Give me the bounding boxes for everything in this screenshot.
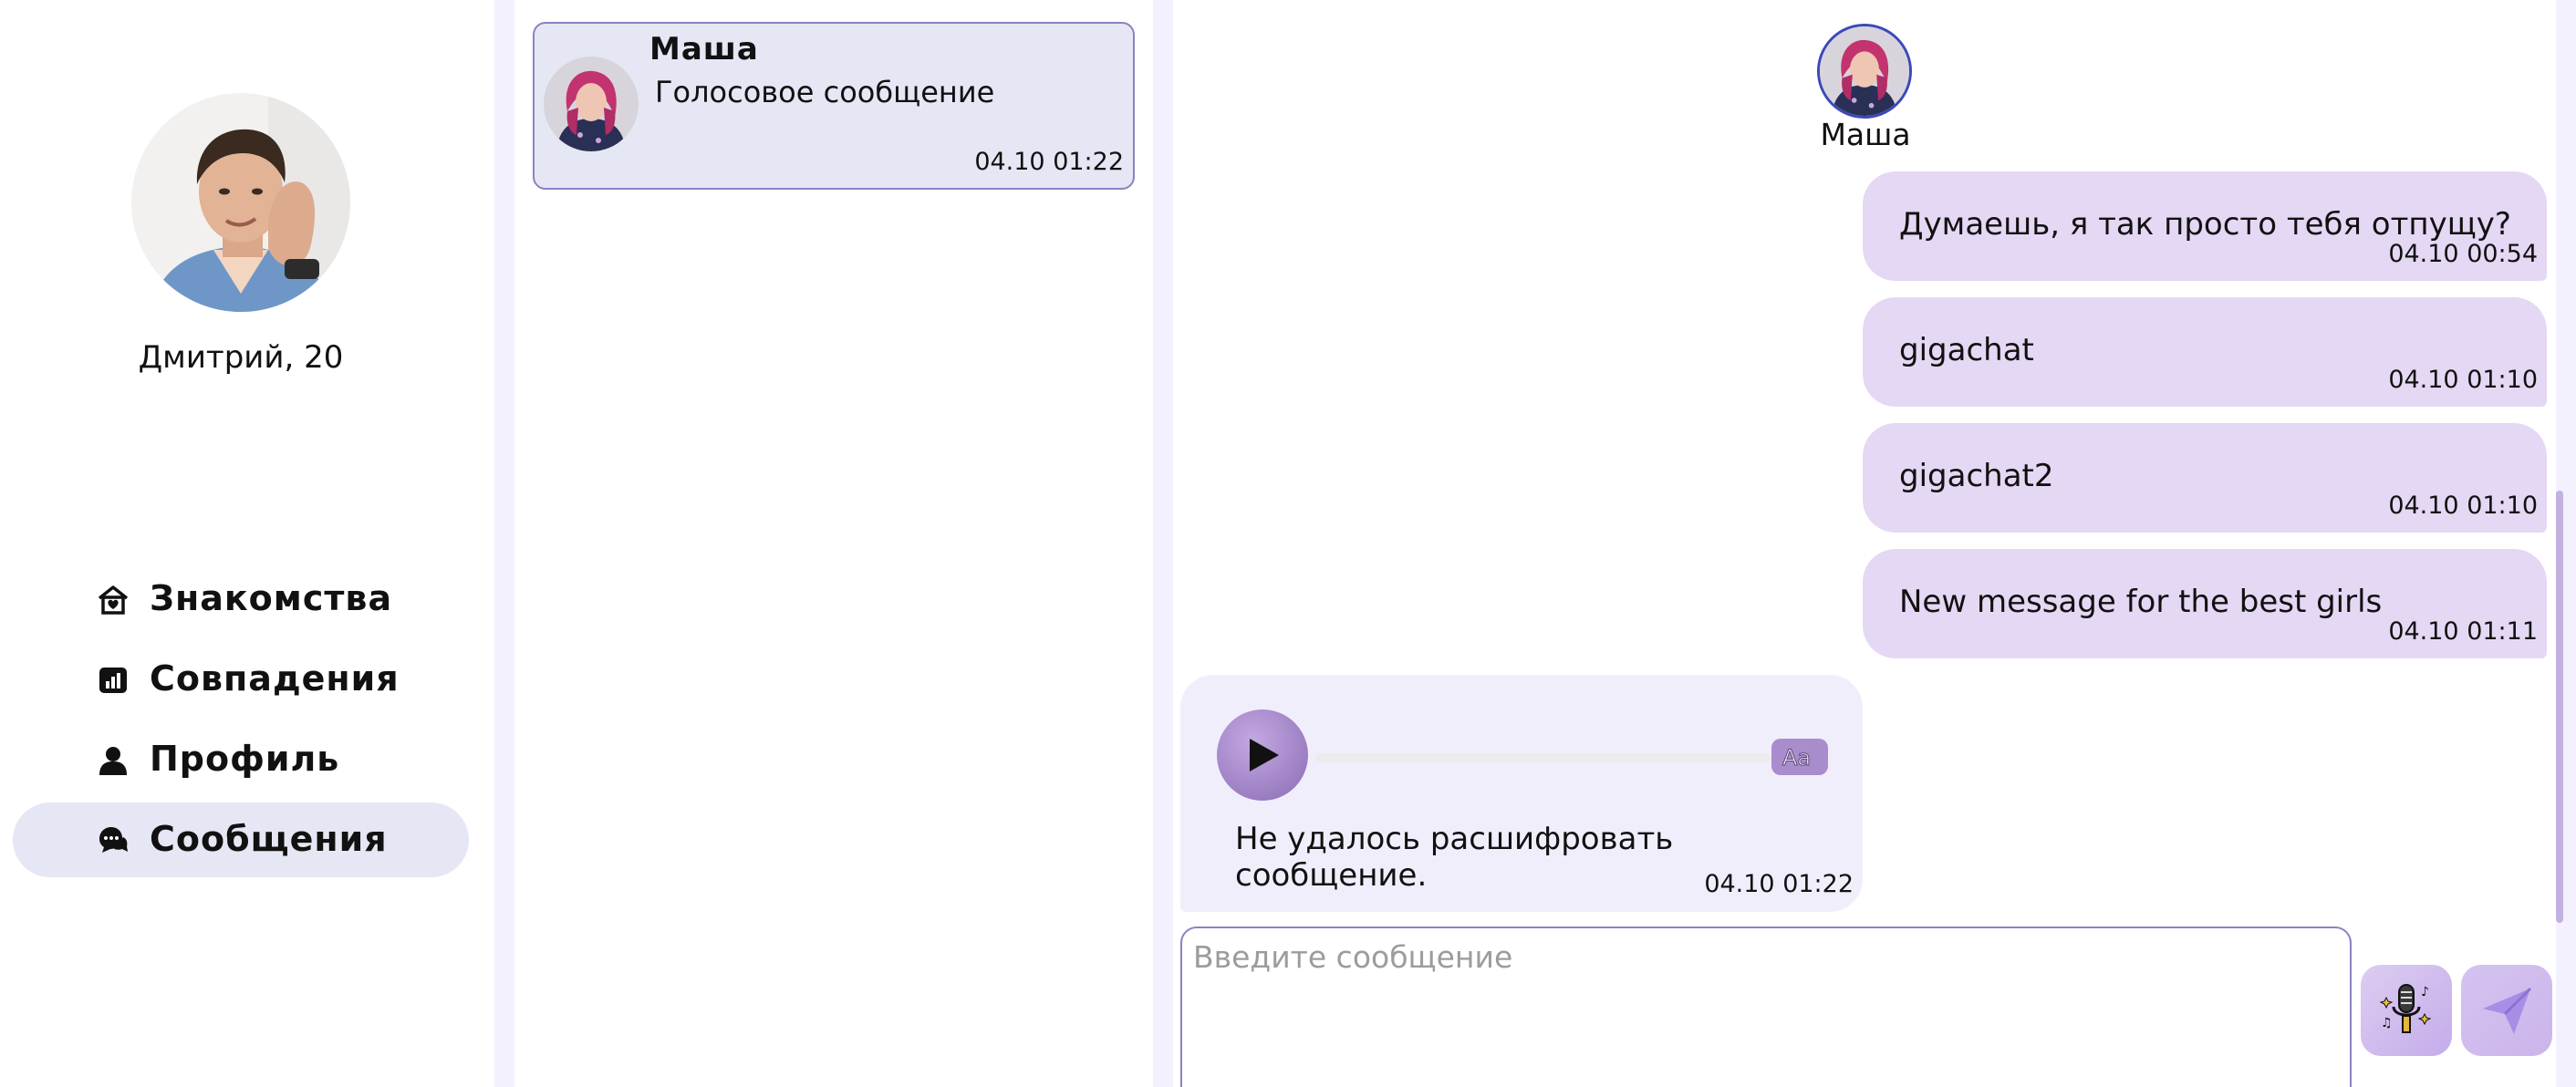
message-time: 04.10 01:22	[1704, 870, 1854, 898]
user-icon	[99, 747, 127, 775]
conversation-time: 04.10 01:22	[974, 148, 1124, 176]
nav-label-dating: Знакомства	[150, 578, 393, 618]
transcribe-button[interactable]: Aa	[1771, 739, 1828, 775]
nav-item-matches[interactable]: Совпадения	[13, 642, 469, 717]
voice-record-button[interactable]: ♫ ♪	[2361, 965, 2452, 1056]
message-text: Думаешь, я так просто тебя отпущу?	[1899, 206, 2511, 243]
play-button[interactable]	[1217, 709, 1308, 801]
message-time: 04.10 01:10	[2388, 366, 2538, 394]
nav-label-matches: Совпадения	[150, 658, 400, 699]
voice-progress-track[interactable]	[1315, 753, 1771, 762]
chat-panel	[1173, 0, 2556, 1087]
play-icon	[1250, 739, 1279, 771]
chat-partner-avatar[interactable]	[1817, 24, 1912, 119]
home-heart-icon	[98, 585, 129, 615]
main-navigation: Знакомства Совпадения Профиль Сообщения	[13, 562, 469, 883]
message-text: gigachat2	[1899, 458, 2054, 494]
woman-pink-hair-avatar	[544, 57, 639, 151]
message-bubble-outgoing: gigachat2 04.10 01:10	[1863, 423, 2547, 533]
message-text: gigachat	[1899, 332, 2034, 368]
conversation-name: Маша	[649, 31, 759, 67]
paper-plane-icon	[2483, 987, 2532, 1034]
conversation-avatar	[544, 57, 639, 151]
message-time: 04.10 01:10	[2388, 492, 2538, 520]
woman-pink-hair-avatar	[1820, 26, 1909, 116]
svg-text:♪: ♪	[2421, 985, 2429, 999]
nav-item-profile[interactable]: Профиль	[13, 722, 469, 797]
message-bubble-incoming-voice: Aa Не удалось расшифровать сообщение. 04…	[1180, 675, 1863, 912]
message-bubble-outgoing: Думаешь, я так просто тебя отпущу? 04.10…	[1863, 171, 2547, 281]
chat-bubbles-icon	[99, 827, 128, 853]
send-button[interactable]	[2461, 965, 2552, 1056]
svg-text:Aa: Aa	[1782, 745, 1811, 771]
chart-icon	[99, 668, 127, 693]
profile-avatar[interactable]	[131, 93, 350, 312]
message-bubble-outgoing: New message for the best girls 04.10 01:…	[1863, 549, 2547, 658]
chat-scrollbar[interactable]	[2556, 491, 2563, 923]
chat-partner-name: Маша	[1820, 117, 1911, 152]
nav-label-messages: Сообщения	[150, 819, 388, 859]
message-text: New message for the best girls	[1899, 584, 2383, 620]
message-time: 04.10 00:54	[2388, 240, 2538, 268]
nav-item-dating[interactable]: Знакомства	[13, 562, 469, 637]
message-input[interactable]	[1180, 927, 2352, 1087]
conversation-item[interactable]: Маша Голосовое сообщение 04.10 01:22	[533, 22, 1135, 190]
message-bubble-outgoing: gigachat 04.10 01:10	[1863, 297, 2547, 407]
conversation-last-message: Голосовое сообщение	[655, 75, 995, 109]
microphone-icon: ♫ ♪	[2379, 984, 2432, 1033]
man-portrait-avatar	[131, 93, 350, 312]
text-aa-icon: Aa	[1782, 745, 1812, 771]
message-time: 04.10 01:11	[2388, 617, 2538, 646]
profile-name: Дмитрий, 20	[138, 339, 344, 376]
svg-text:♫: ♫	[2381, 1016, 2393, 1030]
nav-label-profile: Профиль	[150, 739, 340, 779]
nav-item-messages[interactable]: Сообщения	[13, 802, 469, 877]
